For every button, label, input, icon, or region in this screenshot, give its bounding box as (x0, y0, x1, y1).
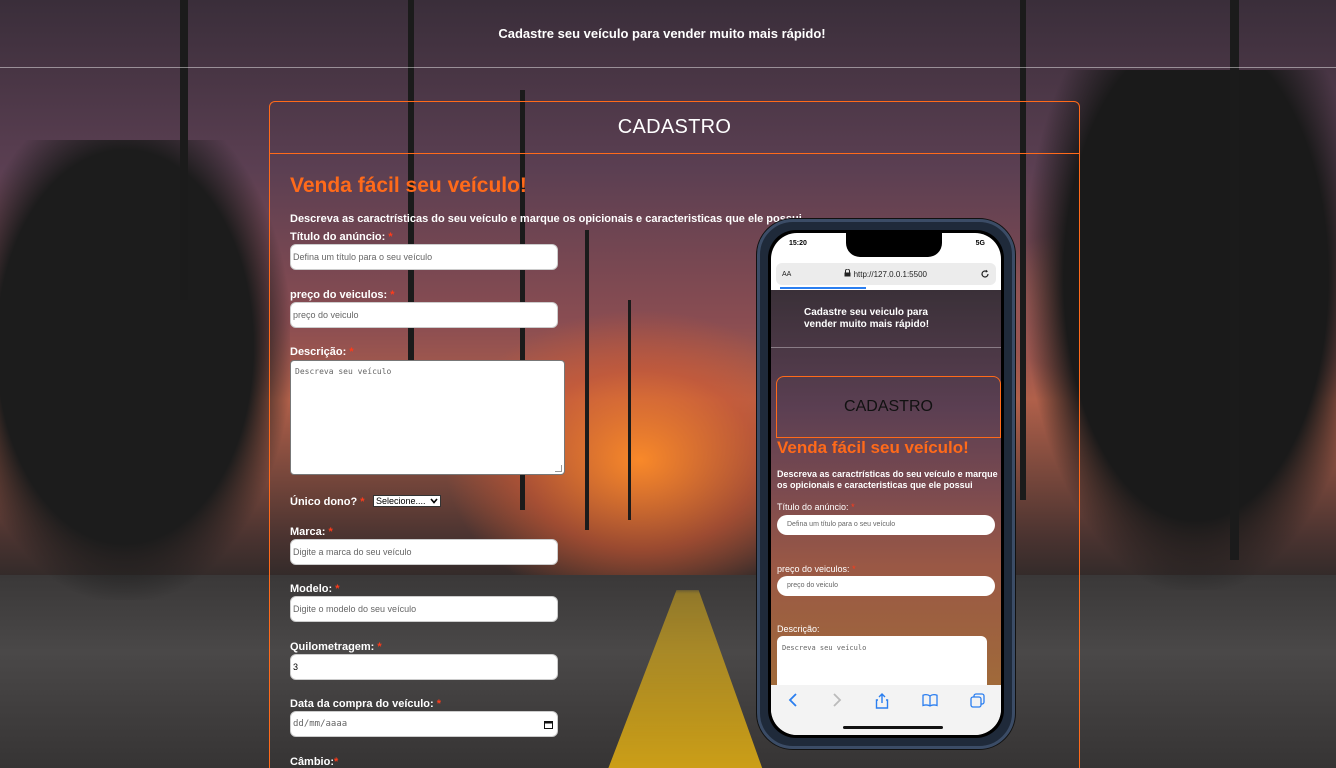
calendar-icon[interactable] (544, 720, 553, 729)
phone-mockup: 15:20 5G AA http://127.0.0.1:5500 Cadast… (757, 219, 1015, 749)
required-mark: * (334, 756, 339, 768)
required-mark: * (328, 526, 333, 538)
required-mark: * (377, 641, 382, 653)
required-mark: * (349, 346, 354, 358)
descricao-textarea[interactable]: Descreva seu veículo (290, 360, 565, 475)
form-headline: Venda fácil seu veículo! (290, 174, 527, 197)
phone-preco-input[interactable]: preço do veiculo (777, 576, 995, 596)
back-icon[interactable] (787, 693, 799, 707)
titulo-label: Título do anúncio: (290, 231, 386, 243)
status-signal: 5G (975, 240, 985, 247)
card-header: CADASTRO (270, 102, 1079, 154)
bookmarks-icon[interactable] (922, 693, 938, 707)
phone-notch (846, 233, 942, 257)
reader-aa-button[interactable]: AA (782, 271, 791, 278)
required-mark: * (390, 289, 395, 301)
unico-dono-field: Único dono? * Selecione.... (290, 492, 442, 510)
titulo-field: Título do anúncio: * Defina um título pa… (290, 231, 558, 270)
cambio-field: Câmbio:* (290, 756, 338, 768)
required-mark: * (360, 496, 365, 508)
status-time: 15:20 (789, 240, 807, 247)
reload-icon[interactable] (980, 269, 990, 279)
quilometragem-field: Quilometragem: * 3 (290, 641, 558, 680)
descricao-label: Descrição: (290, 346, 347, 358)
date-placeholder: dd/mm/aaaa (293, 719, 348, 729)
url-bar[interactable]: AA http://127.0.0.1:5500 (776, 263, 996, 285)
modelo-input[interactable]: Digite o modelo do seu veículo (290, 596, 558, 622)
descricao-field: Descrição: * Descreva seu veículo (290, 346, 565, 475)
home-indicator[interactable] (843, 726, 943, 729)
required-mark: * (388, 231, 393, 243)
descricao-placeholder: Descreva seu veículo (295, 367, 392, 376)
phone-titulo-input[interactable]: Defina um título para o seu veículo (777, 515, 995, 535)
phone-preco-label: preço do veiculos: (777, 564, 850, 574)
preco-label: preço do veiculos: (290, 289, 388, 301)
marca-input[interactable]: Digite a marca do seu veículo (290, 539, 558, 565)
load-progress (780, 287, 866, 289)
chevron-down-icon (430, 498, 438, 504)
page-header: Cadastre seu veículo para vender muito m… (0, 0, 1336, 68)
phone-titulo-label: Título do anúncio: (777, 502, 849, 512)
phone-page: Cadastre seu veiculo para vender muito m… (771, 290, 1001, 685)
unico-dono-selected: Selecione.... (376, 495, 426, 506)
required-mark: * (436, 698, 441, 710)
required-mark: * (335, 583, 340, 595)
phone-card-header: CADASTRO (776, 376, 1001, 438)
phone-subtitle: Descreva as caractrísticas do seu veícul… (777, 469, 998, 490)
phone-screen: 15:20 5G AA http://127.0.0.1:5500 Cadast… (771, 233, 1001, 735)
share-icon[interactable] (875, 693, 889, 709)
forward-icon[interactable] (831, 693, 843, 707)
data-compra-input[interactable]: dd/mm/aaaa (290, 711, 558, 737)
phone-descricao-textarea[interactable]: Descreva seu veículo (777, 636, 987, 685)
preco-field: preço do veiculos: * preço do veiculo (290, 289, 558, 328)
page-title: Cadastre seu veículo para vender muito m… (498, 26, 826, 41)
phone-page-title: Cadastre seu veiculo para vender muito m… (804, 306, 930, 330)
quilometragem-label: Quilometragem: (290, 641, 375, 653)
unico-dono-label: Único dono? (290, 496, 358, 508)
marca-field: Marca: * Digite a marca do seu veículo (290, 526, 558, 565)
marca-label: Marca: (290, 526, 326, 538)
data-compra-field: Data da compra do veículo: * dd/mm/aaaa (290, 698, 558, 737)
unico-dono-select[interactable]: Selecione.... (373, 494, 442, 507)
lock-icon (844, 268, 851, 277)
preco-input[interactable]: preço do veiculo (290, 302, 558, 328)
phone-headline: Venda fácil seu veículo! (777, 438, 969, 457)
required-mark: * (851, 502, 855, 512)
modelo-label: Modelo: (290, 583, 333, 595)
modelo-field: Modelo: * Digite o modelo do seu veículo (290, 583, 558, 622)
card-title: CADASTRO (617, 116, 732, 138)
resize-handle[interactable] (555, 465, 562, 472)
phone-page-header: Cadastre seu veiculo para vender muito m… (771, 290, 1001, 348)
url-text: http://127.0.0.1:5500 (853, 270, 927, 279)
browser-toolbar (771, 685, 1001, 735)
titulo-input[interactable]: Defina um título para o seu veículo (290, 244, 558, 270)
phone-card-title: CADASTRO (844, 398, 933, 415)
data-compra-label: Data da compra do veículo: (290, 698, 434, 710)
required-mark: * (852, 564, 856, 574)
tabs-icon[interactable] (970, 693, 985, 708)
quilometragem-input[interactable]: 3 (290, 654, 558, 680)
phone-descricao-label: Descrição: (777, 624, 820, 634)
cambio-label: Câmbio: (290, 756, 334, 768)
